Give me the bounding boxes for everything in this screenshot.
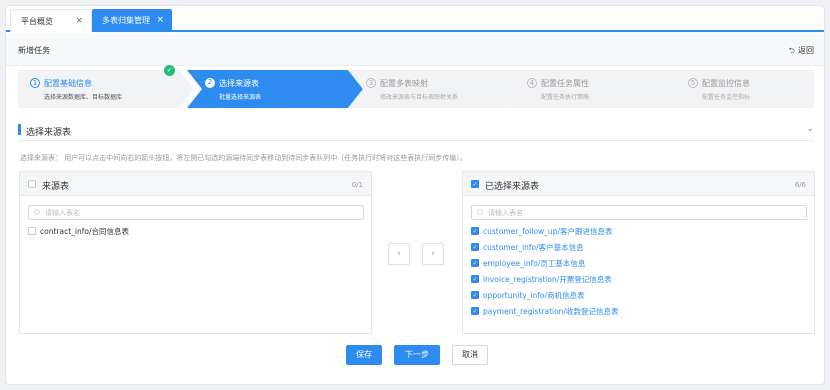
step-number: 3 — [366, 78, 376, 88]
source-search-input[interactable] — [45, 207, 345, 218]
chevron-down-icon[interactable]: ⌄ — [806, 124, 814, 134]
step-title: 配置基础信息 — [44, 79, 92, 88]
cancel-button[interactable]: 取消 — [452, 345, 488, 365]
back-label: 返回 — [798, 46, 814, 55]
item-label: payment_registration/收款登记信息表 — [483, 307, 619, 316]
step-description: 选择来源数据库、目标数据库 — [44, 94, 123, 101]
back-arrow-icon: ⮌ — [788, 46, 795, 55]
item-checkbox[interactable] — [28, 227, 36, 235]
step-number: 4 — [527, 78, 537, 88]
step-shape — [509, 70, 685, 108]
step-number: 1 — [30, 78, 40, 88]
section-title: 选择来源表 — [26, 128, 72, 138]
source-table-panel: 来源表 0/1 ○ contract_info/合同信息表 — [19, 171, 372, 334]
move-right-button[interactable]: › — [422, 243, 444, 265]
search-icon: ○ — [477, 208, 484, 216]
item-label: employee_info/员工基本信息 — [483, 259, 586, 268]
selection-count: 0/1 — [351, 181, 363, 189]
app-window: 平台概览 × 多表归集管理 × 新增任务 ⮌ 返回 1 配置基础信息 选择来源数据… — [5, 5, 825, 385]
step-number: 5 — [688, 78, 698, 88]
step-shape — [348, 70, 524, 108]
close-icon[interactable]: × — [75, 10, 83, 33]
panel-header: ✓ 已选择来源表 6/6 — [463, 172, 814, 196]
item-checkbox[interactable]: ✓ — [471, 227, 479, 235]
item-checkbox[interactable]: ✓ — [471, 307, 479, 315]
section-accent-bar — [18, 124, 21, 135]
back-button[interactable]: ⮌ 返回 — [789, 45, 814, 59]
selection-count: 6/6 — [794, 181, 806, 189]
selected-search-box[interactable]: ○ — [471, 205, 807, 220]
panel-header: 来源表 0/1 — [20, 172, 371, 196]
selected-search-input[interactable] — [488, 207, 788, 218]
step-description: 配置任务执行策略 — [541, 94, 590, 101]
close-icon[interactable]: × — [156, 9, 164, 32]
item-label: customer_follow_up/客户跟进信息表 — [483, 227, 613, 236]
step-title: 配置任务属性 — [541, 79, 589, 88]
tab-bar: 平台概览 × 多表归集管理 × — [6, 6, 824, 32]
step-2[interactable]: 2 选择来源表 批量选择来源表 — [187, 70, 363, 108]
move-left-button[interactable]: ‹ — [388, 243, 410, 265]
item-label: invoice_registration/开票登记信息表 — [483, 275, 612, 284]
panel-title: 来源表 — [42, 182, 70, 192]
step-4[interactable]: 4 配置任务属性 配置任务执行策略 — [509, 70, 685, 108]
select-all-checkbox[interactable]: ✓ — [471, 180, 479, 188]
item-label: opportunity_info/商机信息表 — [483, 291, 585, 300]
step-number: 2 — [205, 78, 215, 88]
step-5[interactable]: 5 配置监控信息 配置任务监控指标 — [670, 70, 814, 108]
item-checkbox[interactable]: ✓ — [471, 275, 479, 283]
item-checkbox[interactable]: ✓ — [471, 259, 479, 267]
tab-multi-table-collection[interactable]: 多表归集管理 × — [92, 9, 172, 32]
step-description: 批量选择来源表 — [219, 94, 262, 101]
source-search-box[interactable]: ○ — [28, 205, 364, 220]
save-button[interactable]: 保存 — [346, 345, 382, 365]
search-icon: ○ — [34, 208, 41, 216]
step-shape — [670, 70, 814, 108]
instruction-text: 选择来源表： 用户可以点击中间向右的箭头按钮，将左侧已勾选的源端待同步表移动到待… — [20, 154, 467, 162]
tab-label: 平台概览 — [21, 17, 53, 26]
page-title: 新增任务 — [18, 46, 50, 55]
selected-table-panel: ✓ 已选择来源表 6/6 ○ ✓ customer_follow_up/客户跟进… — [462, 171, 815, 334]
item-checkbox[interactable]: ✓ — [471, 291, 479, 299]
step-complete-check-icon: ✓ — [164, 65, 175, 76]
step-title: 配置监控信息 — [702, 79, 750, 88]
item-checkbox[interactable]: ✓ — [471, 243, 479, 251]
tab-label: 多表归集管理 — [102, 16, 150, 25]
step-shape — [187, 70, 363, 108]
tab-platform-overview[interactable]: 平台概览 × — [10, 9, 92, 32]
page-header: 新增任务 ⮌ 返回 — [6, 34, 824, 66]
step-3[interactable]: 3 配置多表映射 修改来源表与目标表映射关系 — [348, 70, 524, 108]
step-description: 配置任务监控指标 — [702, 94, 751, 101]
item-label: contract_info/合同信息表 — [40, 227, 129, 236]
item-label: customer_info/客户基本信息 — [483, 243, 584, 252]
step-description: 修改来源表与目标表映射关系 — [380, 94, 459, 101]
step-indicator: 1 配置基础信息 选择来源数据库、目标数据库 2 选择来源表 批量选择来源表 3… — [18, 70, 814, 108]
step-title: 选择来源表 — [219, 79, 259, 88]
step-title: 配置多表映射 — [380, 79, 428, 88]
section-header[interactable]: 选择来源表 ⌄ — [18, 121, 814, 141]
panel-title: 已选择来源表 — [485, 182, 540, 192]
select-all-checkbox[interactable] — [28, 180, 36, 188]
next-step-button[interactable]: 下一步 — [394, 345, 440, 365]
